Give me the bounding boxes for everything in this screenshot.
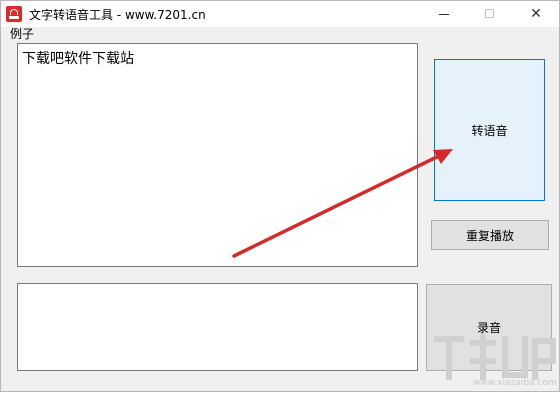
app-window: 文字转语音工具 - www.7201.cn ✕ 例子 下载吧软件下载站 转语音 … xyxy=(0,0,560,392)
window-title: 文字转语音工具 - www.7201.cn xyxy=(29,8,206,22)
maximize-icon xyxy=(485,9,494,18)
replay-button[interactable]: 重复播放 xyxy=(431,220,549,250)
title-bar[interactable]: 文字转语音工具 - www.7201.cn ✕ xyxy=(1,1,559,27)
text-input-area[interactable]: 下载吧软件下载站 xyxy=(17,43,418,267)
text-input-value: 下载吧软件下载站 xyxy=(22,51,134,67)
close-icon: ✕ xyxy=(530,6,542,22)
replay-button-label: 重复播放 xyxy=(465,228,514,243)
convert-button-label: 转语音 xyxy=(471,123,508,138)
app-icon xyxy=(6,6,22,22)
watermark-url: www.xiazaiba.com xyxy=(473,378,557,388)
maximize-button[interactable] xyxy=(467,1,513,27)
record-button-label: 录音 xyxy=(476,321,501,335)
close-button[interactable]: ✕ xyxy=(513,1,559,27)
minimize-icon xyxy=(439,14,449,15)
record-output-area[interactable] xyxy=(17,283,418,371)
convert-to-speech-button[interactable]: 转语音 xyxy=(434,59,545,201)
record-button[interactable]: 录音 xyxy=(426,284,552,371)
menu-item-examples[interactable]: 例子 xyxy=(10,25,34,42)
minimize-button[interactable] xyxy=(421,1,467,27)
